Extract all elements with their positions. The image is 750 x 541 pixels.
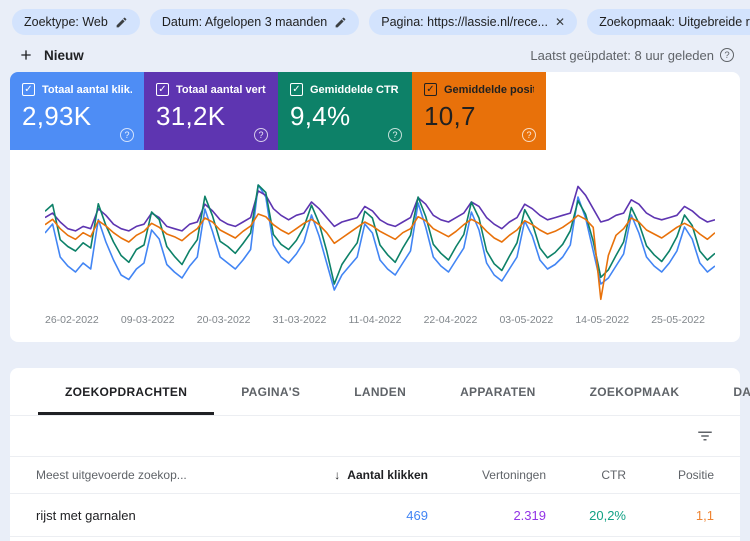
- clicks-cell: 469: [308, 508, 428, 523]
- last-updated: Laatst geüpdatet: 8 uur geleden ?: [530, 48, 734, 63]
- toolbar: Nieuw Laatst geüpdatet: 8 uur geleden ?: [0, 35, 750, 72]
- dimension-tabs: ZOEKOPDRACHTEN PAGINA'S LANDEN APPARATEN…: [10, 368, 740, 416]
- traffic-chart: 26-02-2022 09-03-2022 20-03-2022 31-03-2…: [10, 150, 740, 342]
- new-filter-button[interactable]: Nieuw: [18, 47, 84, 63]
- card-value: 10,7: [424, 101, 534, 132]
- card-label: Totaal aantal vert...: [176, 84, 266, 96]
- chip-zoekopmaak-label: Zoekopmaak: Uitgebreide r...: [599, 15, 750, 29]
- card-label: Gemiddelde positie: [444, 84, 534, 96]
- x-tick: 25-05-2022: [651, 314, 705, 326]
- chip-datum[interactable]: Datum: Afgelopen 3 maanden: [150, 9, 359, 35]
- checkbox-checked-icon[interactable]: ✓: [424, 83, 437, 96]
- card-value: 31,2K: [156, 101, 266, 132]
- column-header-impressions[interactable]: Vertoningen: [428, 468, 546, 482]
- card-total-impressions[interactable]: ✓ Totaal aantal vert... 31,2K ?: [144, 72, 278, 150]
- impressions-cell: 2.319: [428, 508, 546, 523]
- filter-chips-row: Zoektype: Web Datum: Afgelopen 3 maanden…: [0, 0, 750, 35]
- checkbox-checked-icon[interactable]: ✓: [22, 83, 35, 96]
- table-row[interactable]: rijst met garnalen 469 2.319 20,2% 1,1: [10, 494, 740, 537]
- column-header-position[interactable]: Positie: [626, 468, 714, 482]
- metric-cards: ✓ Totaal aantal klik... 2,93K ? ✓ Totaal…: [10, 72, 740, 150]
- x-tick: 09-03-2022: [121, 314, 175, 326]
- checkbox-checked-icon[interactable]: ✓: [290, 83, 303, 96]
- filter-list-icon[interactable]: [696, 427, 714, 445]
- chip-zoektype-label: Zoektype: Web: [24, 15, 108, 29]
- query-cell[interactable]: rijst met garnalen: [36, 508, 308, 523]
- help-icon[interactable]: ?: [388, 128, 402, 142]
- search-console-performance-page: { "page": { "background": "#e9eef8" }, "…: [0, 0, 750, 541]
- x-tick: 26-02-2022: [45, 314, 99, 326]
- tab-paginas[interactable]: PAGINA'S: [214, 368, 327, 415]
- card-value: 2,93K: [22, 101, 132, 132]
- column-header-query[interactable]: Meest uitgevoerde zoekop...: [36, 468, 308, 482]
- card-total-clicks[interactable]: ✓ Totaal aantal klik... 2,93K ?: [10, 72, 144, 150]
- tab-zoekopdrachten[interactable]: ZOEKOPDRACHTEN: [38, 368, 214, 415]
- chip-pagina[interactable]: Pagina: https://lassie.nl/rece... ✕: [369, 9, 577, 35]
- position-cell: 1,1: [626, 508, 714, 523]
- checkbox-checked-icon[interactable]: ✓: [156, 83, 169, 96]
- tab-apparaten[interactable]: APPARATEN: [433, 368, 563, 415]
- help-icon[interactable]: ?: [254, 128, 268, 142]
- column-header-ctr[interactable]: CTR: [546, 468, 626, 482]
- x-tick: 20-03-2022: [197, 314, 251, 326]
- tab-landen[interactable]: LANDEN: [327, 368, 433, 415]
- table-filter-row: [10, 416, 740, 457]
- card-average-ctr[interactable]: ✓ Gemiddelde CTR 9,4% ?: [278, 72, 412, 150]
- line-chart-plot[interactable]: [45, 178, 715, 306]
- tab-datums[interactable]: DATUMS: [706, 368, 750, 415]
- column-header-clicks[interactable]: ↓ Aantal klikken: [308, 468, 428, 482]
- dimensions-table-panel: ZOEKOPDRACHTEN PAGINA'S LANDEN APPARATEN…: [10, 368, 740, 541]
- chart-x-axis-labels: 26-02-2022 09-03-2022 20-03-2022 31-03-2…: [45, 314, 705, 326]
- ctr-cell: 20,2%: [546, 508, 626, 523]
- x-tick: 03-05-2022: [499, 314, 553, 326]
- tab-zoekopmaak[interactable]: ZOEKOPMAAK: [563, 368, 707, 415]
- card-value: 9,4%: [290, 101, 400, 132]
- x-tick: 11-04-2022: [349, 314, 402, 326]
- edit-pencil-icon[interactable]: [115, 16, 128, 29]
- x-tick: 14-05-2022: [575, 314, 629, 326]
- card-label: Totaal aantal klik...: [42, 84, 132, 96]
- plus-icon: [18, 47, 34, 63]
- new-filter-label: Nieuw: [44, 48, 84, 63]
- help-icon[interactable]: ?: [720, 48, 734, 62]
- chip-datum-label: Datum: Afgelopen 3 maanden: [162, 15, 327, 29]
- last-updated-text: Laatst geüpdatet: 8 uur geleden: [530, 48, 714, 63]
- chip-zoekopmaak[interactable]: Zoekopmaak: Uitgebreide r... ✕: [587, 9, 750, 35]
- help-icon[interactable]: ?: [522, 128, 536, 142]
- table-header-row: Meest uitgevoerde zoekop... ↓ Aantal kli…: [10, 457, 740, 494]
- card-average-position[interactable]: ✓ Gemiddelde positie 10,7 ?: [412, 72, 546, 150]
- remove-filter-icon[interactable]: ✕: [555, 16, 565, 28]
- x-tick: 22-04-2022: [424, 314, 478, 326]
- chip-zoektype[interactable]: Zoektype: Web: [12, 9, 140, 35]
- x-tick: 31-03-2022: [273, 314, 327, 326]
- chip-pagina-label: Pagina: https://lassie.nl/rece...: [381, 15, 548, 29]
- edit-pencil-icon[interactable]: [334, 16, 347, 29]
- performance-chart-panel: ✓ Totaal aantal klik... 2,93K ? ✓ Totaal…: [10, 72, 740, 342]
- card-label: Gemiddelde CTR: [310, 84, 399, 96]
- help-icon[interactable]: ?: [120, 128, 134, 142]
- sort-desc-arrow-icon: ↓: [334, 468, 340, 482]
- column-header-clicks-label: Aantal klikken: [347, 468, 428, 482]
